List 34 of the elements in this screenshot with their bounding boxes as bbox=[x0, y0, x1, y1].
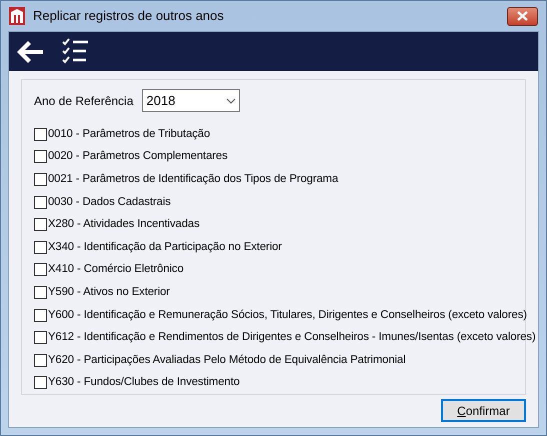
record-label: X280 - Atividades Incentivadas bbox=[48, 217, 200, 232]
record-label: 0030 - Dados Cadastrais bbox=[48, 194, 171, 210]
checkbox[interactable] bbox=[34, 308, 47, 322]
checkbox[interactable] bbox=[34, 331, 47, 344]
back-arrow-icon[interactable] bbox=[16, 40, 44, 64]
year-dropdown[interactable]: 2018 bbox=[142, 89, 240, 112]
year-label: Ano de Referência bbox=[34, 92, 134, 110]
record-label: Y620 - Participações Avaliadas Pelo Método de Equivalência Patrimonial bbox=[48, 352, 406, 368]
checklist-icon[interactable] bbox=[62, 38, 89, 65]
record-label: X410 - Comércio Eletrônico bbox=[48, 262, 184, 278]
record-label: Y590 - Ativos no Exterior bbox=[48, 284, 170, 300]
checkbox[interactable] bbox=[34, 263, 47, 276]
checkbox[interactable] bbox=[34, 196, 47, 209]
checkbox[interactable] bbox=[34, 286, 47, 299]
checkbox[interactable] bbox=[34, 172, 47, 186]
checkbox[interactable] bbox=[34, 128, 47, 141]
checkbox[interactable] bbox=[34, 150, 47, 164]
close-icon bbox=[517, 11, 528, 21]
checkbox[interactable] bbox=[34, 354, 47, 367]
checkbox[interactable] bbox=[34, 240, 47, 254]
record-label: X340 - Identificação da Participação no Exterior bbox=[48, 240, 282, 255]
record-label: 0010 - Parâmetros de Tributação bbox=[48, 126, 210, 142]
record-label: 0021 - Parâmetros de Identificação dos Tipos de Programa bbox=[48, 172, 338, 188]
close-button[interactable] bbox=[507, 6, 538, 26]
chevron-down-icon bbox=[226, 98, 236, 104]
record-label: Y600 - Identificação e Remuneração Sócios, Titulares, Dirigentes e Conselheiros (exceto valores) bbox=[48, 308, 527, 323]
record-label: Y612 - Identificação e Rendimentos de Dirigentes e Conselheiros - Imunes/Isentas (exceto valores) bbox=[48, 330, 536, 346]
record-label: Y630 - Fundos/Clubes de Investimento bbox=[48, 375, 240, 390]
confirm-button[interactable]: Confirmar bbox=[441, 399, 526, 422]
window-title: Replicar registros de outros anos bbox=[33, 7, 224, 26]
checkbox[interactable] bbox=[34, 376, 47, 390]
record-label: 0020 - Parâmetros Complementares bbox=[48, 149, 228, 164]
checkbox[interactable] bbox=[34, 218, 47, 232]
app-logo-icon bbox=[9, 7, 25, 25]
